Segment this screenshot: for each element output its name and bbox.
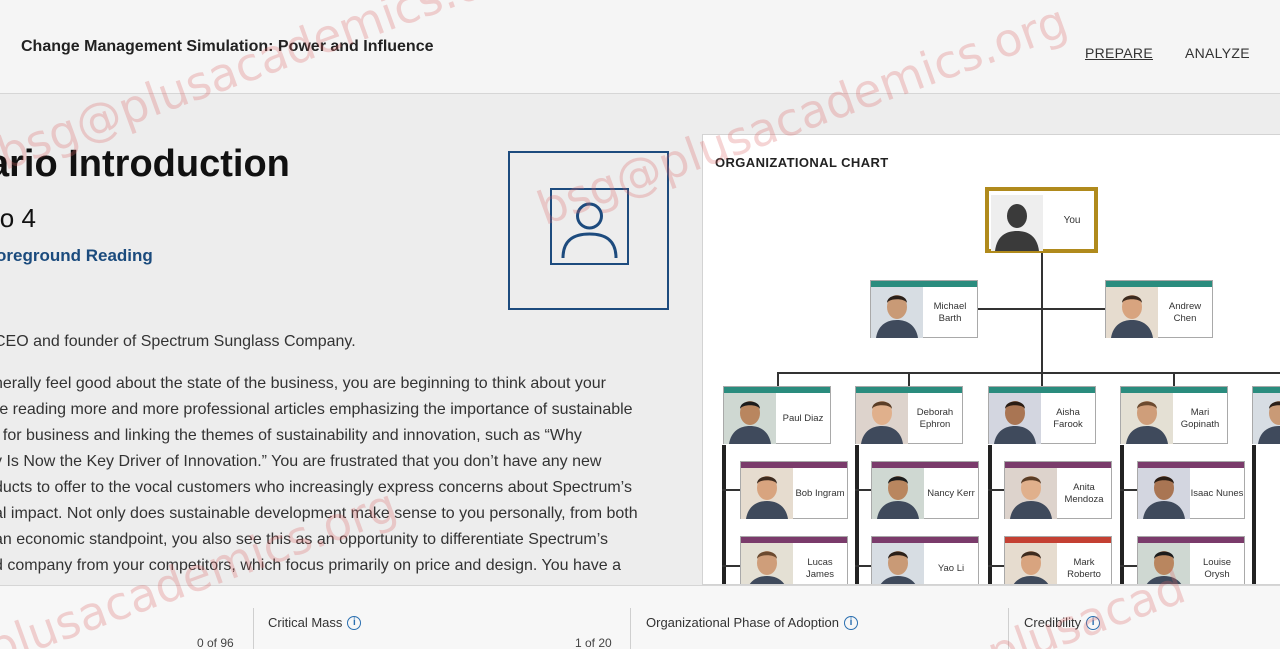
person-photo-icon [1106, 287, 1158, 338]
connector [1252, 445, 1256, 584]
org-card-name: Louise Orysh [1203, 556, 1231, 580]
person-photo-icon [989, 393, 1041, 444]
person-photo-icon [872, 468, 924, 519]
org-card-name: You [1063, 214, 1081, 226]
connector [1120, 489, 1138, 491]
person-silhouette-icon [991, 195, 1043, 251]
page-title: ario Introduction [0, 143, 290, 185]
credibility-label: Credibility i [1024, 615, 1101, 630]
app-header: Change Management Simulation: Power and … [0, 0, 1280, 94]
org-card[interactable]: Michael Barth [870, 280, 978, 338]
avatar-frame [508, 151, 669, 310]
org-chart-panel: ORGANIZATIONAL CHART You Michael Barth An… [702, 134, 1280, 585]
org-card-you[interactable]: You [985, 187, 1098, 253]
org-card-name: Michael Barth [933, 300, 967, 324]
org-card-name: Lucas James [806, 556, 834, 580]
divider [1008, 608, 1009, 649]
critical-mass-label: Critical Mass i [268, 615, 362, 630]
org-card[interactable]: Mark Roberto [1004, 536, 1112, 584]
connector [1120, 445, 1124, 584]
connector [722, 445, 726, 584]
connector [977, 308, 1107, 310]
org-card[interactable]: Yao Li [871, 536, 979, 584]
connector [777, 372, 1280, 374]
scenario-content: ario Introduction io 4 oreground Reading… [0, 95, 700, 585]
connector [855, 445, 859, 584]
person-photo-icon [1121, 393, 1173, 444]
user-avatar-icon [550, 188, 629, 265]
background-reading-link[interactable]: oreground Reading [0, 246, 153, 266]
org-card[interactable]: Nancy Kerr [871, 461, 979, 519]
org-card-name: Anita Mendoza [1064, 481, 1104, 505]
nav-analyze[interactable]: ANALYZE [1185, 45, 1250, 61]
org-card[interactable]: Louise Orysh [1137, 536, 1245, 584]
connector [722, 565, 740, 567]
info-icon[interactable]: i [347, 615, 362, 630]
connector [1041, 253, 1043, 387]
org-card[interactable]: Andrew Chen [1105, 280, 1213, 338]
org-card[interactable]: Isaac Nunes [1137, 461, 1245, 519]
org-card-name: Andrew Chen [1168, 300, 1202, 324]
org-card[interactable]: Lucas James [740, 536, 848, 584]
org-card[interactable]: Bob Ingram [740, 461, 848, 519]
info-icon[interactable]: i [1086, 615, 1101, 630]
org-card-name: Isaac Nunes [1190, 487, 1244, 499]
status-footer: 0 of 96 Critical Mass i 1 of 20 Organiza… [0, 585, 1280, 649]
org-card-name: Mari Gopinath [1180, 406, 1220, 430]
critical-mass-count: 1 of 20 [575, 636, 612, 649]
org-card-name: Deborah Ephron [916, 406, 954, 430]
org-card-name: Paul Diaz [782, 412, 824, 424]
person-photo-icon [724, 393, 776, 444]
scenario-subtitle: io 4 [0, 203, 36, 233]
person-photo-icon [741, 543, 793, 584]
person-photo-icon [1253, 393, 1280, 444]
person-photo-icon [1138, 468, 1190, 519]
org-card-name: Bob Ingram [795, 487, 845, 499]
person-photo-icon [871, 287, 923, 338]
person-photo-icon [1005, 543, 1057, 584]
connector [1120, 565, 1138, 567]
org-card[interactable]: Paul Diaz [723, 386, 831, 444]
paragraph: CEO and founder of Spectrum Sunglass Com… [0, 333, 356, 350]
phase-of-adoption-label: Organizational Phase of Adoption i [646, 615, 858, 630]
app-title: Change Management Simulation: Power and … [21, 38, 434, 55]
scenario-text: CEO and founder of Spectrum Sunglass Com… [0, 329, 694, 585]
person-photo-icon [856, 393, 908, 444]
person-photo-icon [741, 468, 793, 519]
progress-count: 0 of 96 [197, 636, 234, 649]
org-card-name: Nancy Kerr [927, 487, 975, 499]
org-card[interactable]: Anita Mendoza [1004, 461, 1112, 519]
org-card[interactable]: Aisha Farook [988, 386, 1096, 444]
org-card[interactable]: Deborah Ephron [855, 386, 963, 444]
org-card[interactable]: Mari Gopinath [1120, 386, 1228, 444]
person-photo-icon [1138, 543, 1190, 584]
person-photo-icon [1005, 468, 1057, 519]
org-chart-title: ORGANIZATIONAL CHART [715, 155, 889, 170]
org-card-name: Mark Roberto [1067, 556, 1101, 580]
org-card[interactable] [1252, 386, 1280, 444]
connector [988, 445, 992, 584]
divider [630, 608, 631, 649]
top-nav: PREPARE ANALYZE D [1085, 45, 1280, 61]
org-card-name: Yao Li [937, 562, 965, 574]
info-icon[interactable]: i [843, 615, 858, 630]
nav-prepare[interactable]: PREPARE [1085, 45, 1153, 61]
divider [253, 608, 254, 649]
person-photo-icon [872, 543, 924, 584]
paragraph: nerally feel good about the state of the… [0, 375, 638, 574]
connector [722, 489, 740, 491]
org-card-name: Aisha Farook [1053, 406, 1083, 430]
